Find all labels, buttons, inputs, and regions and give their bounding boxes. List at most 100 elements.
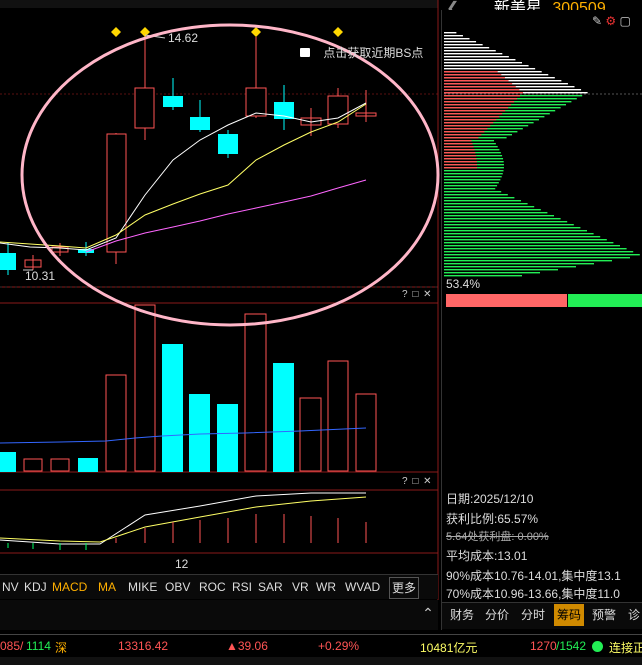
collapse-icon[interactable]: ⌃ <box>420 604 436 622</box>
candles <box>0 32 377 275</box>
chip-bar <box>444 179 501 181</box>
chip-bar-profit <box>444 131 485 133</box>
volume-bars <box>0 304 377 472</box>
status-decline: /1542 <box>556 639 587 653</box>
help-icon[interactable]: ? <box>402 289 408 300</box>
tab-more[interactable]: 更多 <box>389 577 420 599</box>
chip-bar <box>444 266 576 268</box>
chip-bar <box>444 269 558 271</box>
close-icon[interactable]: ✕ <box>423 476 431 487</box>
chip-bar-profit <box>444 119 497 121</box>
volume-bar <box>299 397 322 472</box>
bs-hint-button[interactable]: 点击获取近期BS点 <box>300 44 423 61</box>
tab-wr[interactable]: WR <box>314 577 338 597</box>
volume-bar <box>355 393 377 472</box>
status-index: 13316.42 <box>118 639 169 653</box>
volume-bar <box>0 452 16 472</box>
chip-bar <box>444 185 498 187</box>
chip-bar <box>444 254 640 256</box>
volume-bar <box>105 374 127 472</box>
tab-diagnosis[interactable]: 诊 <box>628 604 640 626</box>
pencil-icon[interactable]: ✎ <box>592 14 602 28</box>
tab-alert[interactable]: 预警 <box>592 604 616 626</box>
chip-ratio-red <box>446 294 567 307</box>
chip-bar <box>444 170 504 172</box>
chip-bar <box>444 203 528 205</box>
chip-bar <box>444 194 508 196</box>
chip-bar-profit <box>444 101 515 103</box>
maximize-icon[interactable]: □ <box>412 289 418 300</box>
tab-sar[interactable]: SAR <box>256 577 285 597</box>
chip-cost-90: 90%成本10.76-14.01,集中度13.1 <box>446 569 621 583</box>
volume-bar <box>23 458 43 472</box>
status-connect[interactable]: 连接正 <box>609 639 642 656</box>
chip-bar <box>444 59 516 61</box>
status-bar: 085/ 1114 深 13316.42 ▲39.06 +0.29% 10481… <box>0 634 642 665</box>
volume-bar <box>273 363 294 472</box>
tab-macd[interactable]: MACD <box>50 577 89 597</box>
chip-bar <box>444 65 529 67</box>
chip-bar-profit <box>444 113 503 115</box>
candle <box>218 134 238 154</box>
chip-bar-profit <box>444 86 516 88</box>
chip-bar-profit <box>444 95 521 97</box>
chip-bar <box>444 173 503 175</box>
tab-timeshare[interactable]: 分时 <box>521 604 545 626</box>
chip-ratio-green <box>568 294 642 307</box>
volume-bar <box>244 313 267 472</box>
tab-rsi[interactable]: RSI <box>230 577 254 597</box>
chip-bar-profit <box>444 155 476 157</box>
status-market[interactable]: 深 <box>55 639 67 656</box>
status-change: ▲39.06 <box>226 639 268 653</box>
volume-bar <box>217 404 238 472</box>
close-icon[interactable]: ✕ <box>423 289 431 300</box>
tab-vr[interactable]: VR <box>290 577 311 597</box>
chip-bar <box>444 191 502 193</box>
chip-bar <box>444 176 502 178</box>
chip-bar <box>444 233 594 235</box>
chip-bar-profit <box>444 71 498 73</box>
tab-finance[interactable]: 财务 <box>450 604 474 626</box>
chip-bar <box>444 272 540 274</box>
tab-roc[interactable]: ROC <box>197 577 228 597</box>
chip-bar-profit <box>444 164 477 166</box>
chip-bar-profit <box>444 143 473 145</box>
chip-bar-profit <box>444 134 482 136</box>
chip-bar <box>444 242 614 244</box>
chip-bar <box>444 212 548 214</box>
tab-chips[interactable]: 筹码 <box>554 604 585 626</box>
chip-bar <box>444 248 627 250</box>
chip-bar <box>444 230 587 232</box>
tab-nv[interactable]: NV <box>0 577 21 597</box>
chip-bar <box>444 56 509 58</box>
candle <box>327 95 349 125</box>
gear-icon[interactable]: ⚙ <box>605 14 616 28</box>
volume-bar <box>50 458 70 472</box>
candle <box>245 87 267 117</box>
chip-bar <box>444 218 561 220</box>
status-change-pct: +0.29% <box>318 639 360 653</box>
chip-distribution <box>444 32 642 277</box>
chip-bar-profit <box>444 110 506 112</box>
maximize-icon[interactable]: □ <box>412 476 418 487</box>
chip-profit-pct: 53.4% <box>446 277 481 291</box>
tab-ma[interactable]: MA <box>96 577 118 597</box>
tab-mike[interactable]: MIKE <box>126 577 159 597</box>
window-icon[interactable]: ▢ <box>620 14 631 28</box>
tab-wvad[interactable]: WVAD <box>343 577 382 597</box>
help-icon[interactable]: ? <box>402 476 408 487</box>
chip-bar <box>444 251 634 253</box>
tab-kdj[interactable]: KDJ <box>22 577 49 597</box>
chart-area[interactable] <box>0 0 440 600</box>
ma20-line <box>85 179 367 253</box>
tab-price-dist[interactable]: 分价 <box>485 604 509 626</box>
chip-bar-profit <box>444 104 512 106</box>
chip-avg-cost: 平均成本:13.01 <box>446 549 528 563</box>
chip-bar <box>444 41 477 43</box>
macd-panel <box>0 492 367 550</box>
tab-obv[interactable]: OBV <box>163 577 192 597</box>
chip-bar <box>444 236 601 238</box>
chip-bar-profit <box>444 149 475 151</box>
candle <box>190 117 210 130</box>
annotation-circle <box>20 23 440 327</box>
